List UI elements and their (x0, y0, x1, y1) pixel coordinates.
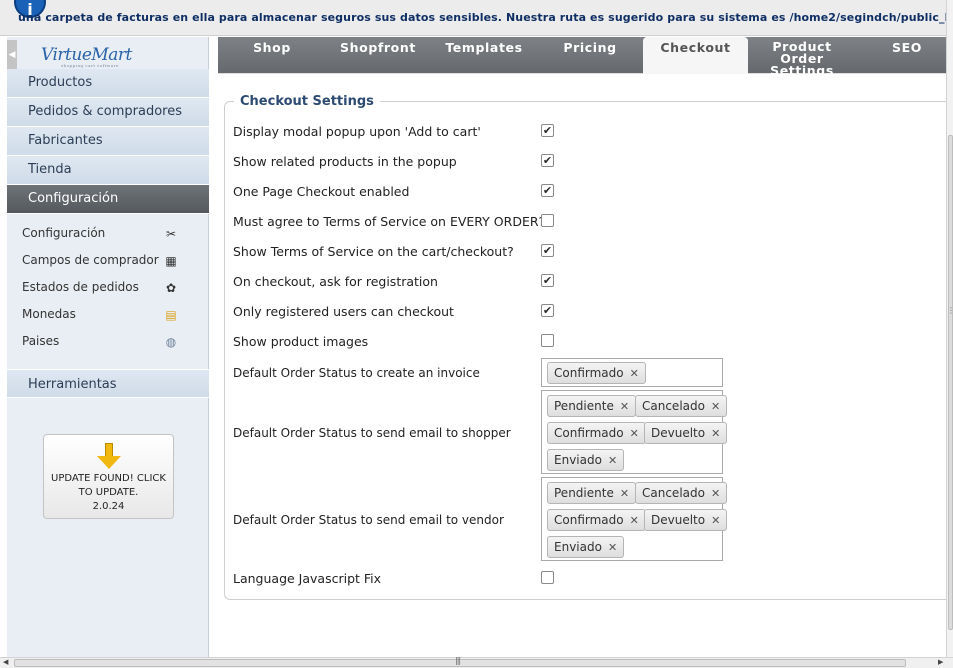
sidebar: ◀ VirtueMart shopping cart software Prod… (7, 37, 209, 657)
sidebar-item-configuracion[interactable]: Configuración (7, 185, 209, 214)
tools-icon: ✂ (165, 227, 177, 241)
horizontal-scrollbar[interactable]: ◀ ||| ▶ (0, 656, 953, 668)
subnav-item-paises[interactable]: Paises ◍ (7, 328, 209, 355)
setting-checkbox-agree-tos[interactable] (541, 214, 554, 227)
update-text: UPDATE FOUND! CLICK TO UPDATE. (51, 473, 166, 498)
tab-checkout[interactable]: Checkout (643, 37, 748, 74)
shopper-status-label: Default Order Status to send email to sh… (233, 426, 511, 440)
tab-pricing[interactable]: Pricing (554, 37, 626, 74)
user-fields-icon: ▦ (165, 254, 177, 268)
vertical-scroll-thumb[interactable] (948, 135, 953, 630)
setting-label: On checkout, ask for registration (233, 274, 438, 289)
sidebar-nav: Productos Pedidos & compradores Fabrican… (7, 69, 209, 214)
checkout-settings-legend: Checkout Settings (234, 94, 380, 109)
sidebar-item-pedidos[interactable]: Pedidos & compradores (7, 98, 209, 127)
status-tag: Devuelto ✕ (644, 509, 728, 531)
sidebar-item-fabricantes[interactable]: Fabricantes (7, 127, 209, 156)
remove-tag-icon[interactable]: ✕ (630, 514, 639, 527)
setting-label: One Page Checkout enabled (233, 184, 410, 199)
sidebar-item-herramientas[interactable]: Herramientas (7, 369, 209, 398)
subnav-item-campos-comprador[interactable]: Campos de comprador ▦ (7, 247, 209, 274)
subnav-item-monedas[interactable]: Monedas ▤ (7, 301, 209, 328)
tab-shopfront[interactable]: Shopfront (333, 37, 423, 74)
sidebar-subnav: Configuración ✂ Campos de comprador ▦ Es… (7, 220, 209, 355)
status-tag: Enviado ✕ (547, 536, 625, 558)
tab-seo[interactable]: SEO (882, 37, 932, 74)
remove-tag-icon[interactable]: ✕ (711, 487, 720, 500)
subnav-item-configuracion[interactable]: Configuración ✂ (7, 220, 209, 247)
scroll-right-icon[interactable]: ▶ (938, 658, 943, 666)
status-tag: Enviado ✕ (547, 449, 625, 471)
status-tag: Confirmado ✕ (547, 422, 646, 444)
setting-label: Display modal popup upon 'Add to cart' (233, 124, 481, 139)
setting-label: Show related products in the popup (233, 154, 457, 169)
invoice-status-label: Default Order Status to create an invoic… (233, 366, 480, 380)
coins-icon: ▤ (165, 308, 177, 322)
order-status-icon: ✿ (165, 281, 177, 295)
setting-label: Only registered users can checkout (233, 304, 454, 319)
sidebar-item-tienda[interactable]: Tienda (7, 156, 209, 185)
language-fix-label: Language Javascript Fix (233, 571, 382, 586)
setting-checkbox-related-products[interactable]: ✔ (541, 154, 554, 167)
setting-checkbox-show-tos[interactable]: ✔ (541, 244, 554, 257)
notice-message: una carpeta de facturas en ella para alm… (18, 11, 946, 24)
status-tag: Pendiente ✕ (547, 482, 637, 504)
status-tag: Confirmado ✕ (547, 509, 646, 531)
subnav-item-estados-pedidos[interactable]: Estados de pedidos ✿ (7, 274, 209, 301)
remove-tag-icon[interactable]: ✕ (711, 427, 720, 440)
setting-label: Show Terms of Service on the cart/checko… (233, 244, 514, 259)
status-tag: Devuelto ✕ (644, 422, 728, 444)
config-tabs: Shop Shopfront Templates Pricing Checkou… (218, 37, 946, 77)
remove-tag-icon[interactable]: ✕ (630, 367, 639, 380)
language-fix-checkbox[interactable] (541, 571, 554, 584)
remove-tag-icon[interactable]: ✕ (711, 514, 720, 527)
notice-bar: i una carpeta de facturas en ella para a… (0, 0, 946, 36)
setting-label: Must agree to Terms of Service on EVERY … (233, 214, 546, 229)
scroll-grip-icon: ⋮ (947, 306, 953, 315)
vendor-status-select[interactable]: Pendiente ✕ Cancelado ✕ Confirmado ✕ Devuel… (541, 477, 728, 561)
scroll-grip-icon: ||| (455, 656, 461, 665)
tab-product-order-settings[interactable]: Product Order Settings (750, 37, 854, 77)
status-tag: Confirmado ✕ (547, 362, 646, 384)
tab-shop[interactable]: Shop (235, 37, 309, 74)
setting-checkbox-one-page-checkout[interactable]: ✔ (541, 184, 554, 197)
vendor-status-label: Default Order Status to send email to ve… (233, 513, 504, 527)
setting-checkbox-product-images[interactable] (541, 334, 554, 347)
invoice-status-select[interactable]: Confirmado ✕ (541, 358, 723, 387)
status-tag: Cancelado ✕ (635, 395, 728, 417)
remove-tag-icon[interactable]: ✕ (608, 541, 617, 554)
virtuemart-logo: VirtueMart shopping cart software (41, 45, 132, 68)
collapse-sidebar-icon[interactable]: ◀ (7, 40, 17, 70)
download-arrow-icon (96, 443, 121, 471)
setting-checkbox-registered-only[interactable]: ✔ (541, 304, 554, 317)
status-tag: Pendiente ✕ (547, 395, 637, 417)
sidebar-item-productos[interactable]: Productos (7, 69, 209, 98)
setting-checkbox-modal-popup[interactable]: ✔ (541, 124, 554, 137)
remove-tag-icon[interactable]: ✕ (620, 400, 629, 413)
setting-checkbox-ask-registration[interactable]: ✔ (541, 274, 554, 287)
tab-templates[interactable]: Templates (436, 37, 532, 74)
remove-tag-icon[interactable]: ✕ (711, 400, 720, 413)
vertical-scrollbar[interactable]: ⋮ (946, 0, 953, 657)
globe-icon: ◍ (165, 335, 177, 349)
setting-label: Show product images (233, 334, 369, 349)
remove-tag-icon[interactable]: ✕ (608, 454, 617, 467)
scroll-left-icon[interactable]: ◀ (3, 658, 8, 666)
shopper-status-select[interactable]: Pendiente ✕ Cancelado ✕ Confirmado ✕ Devuel… (541, 390, 728, 474)
status-tag: Cancelado ✕ (635, 482, 728, 504)
remove-tag-icon[interactable]: ✕ (630, 427, 639, 440)
remove-tag-icon[interactable]: ✕ (620, 487, 629, 500)
update-version: 2.0.24 (92, 501, 125, 512)
update-button[interactable]: UPDATE FOUND! CLICK TO UPDATE. 2.0.24 (43, 434, 174, 519)
